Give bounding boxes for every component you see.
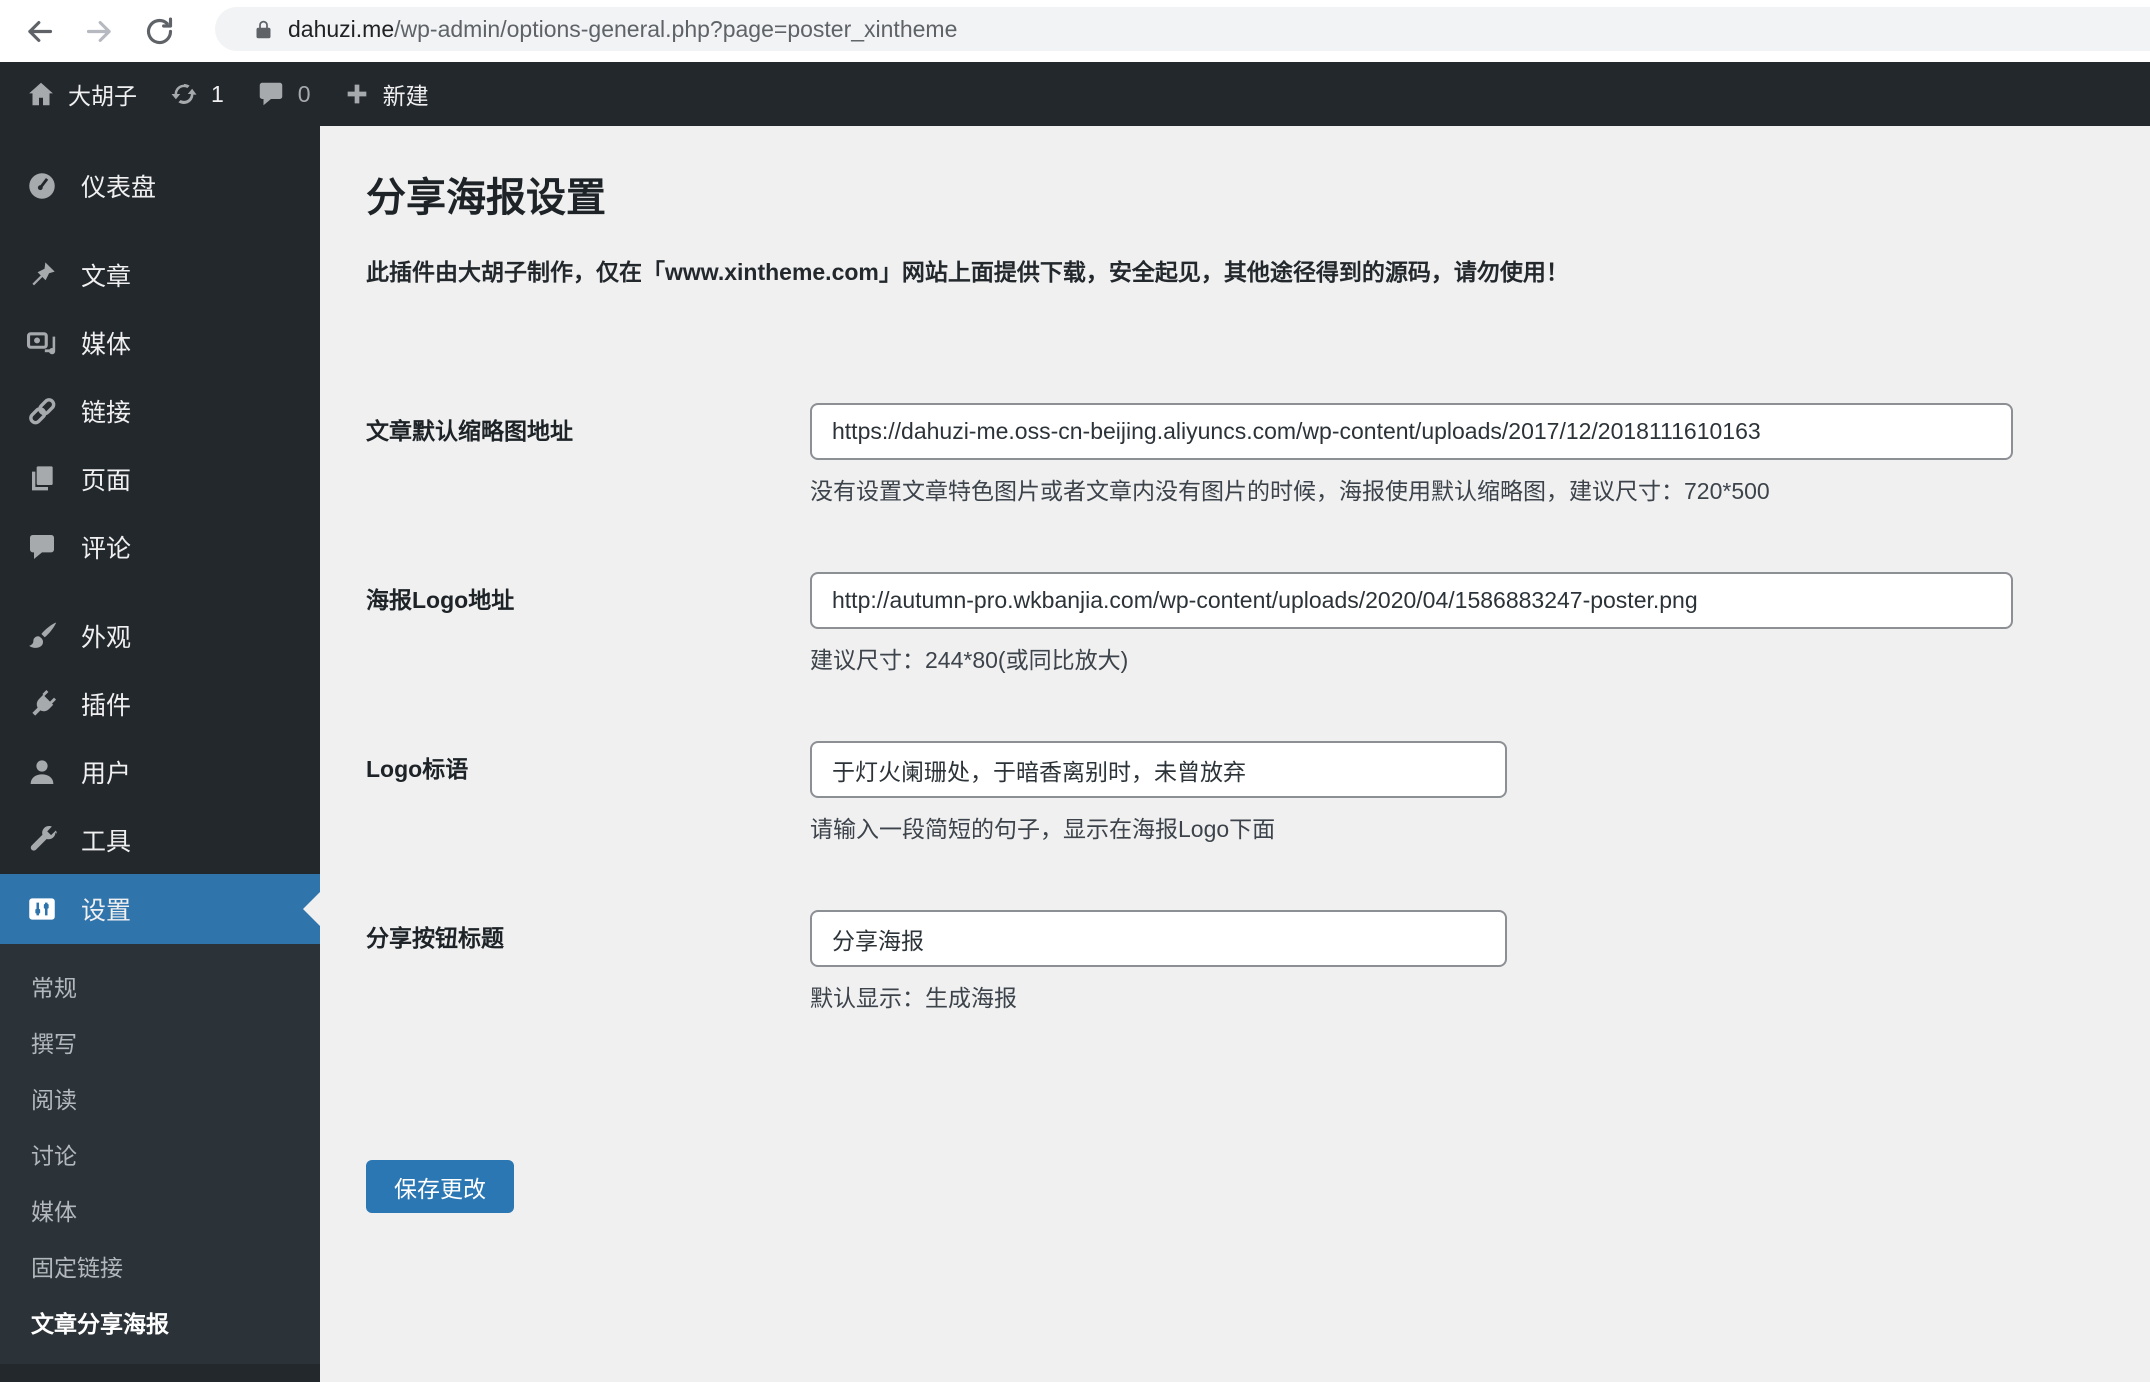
field-help: 请输入一段简短的句子，显示在海报Logo下面 (810, 816, 1276, 842)
submenu-label: 撰写 (31, 1031, 77, 1057)
forward-arrow-icon (86, 20, 111, 42)
field-help: 默认显示：生成海报 (810, 985, 1017, 1011)
field-label: 文章默认缩略图地址 (366, 418, 573, 444)
comment-bubble-icon (256, 79, 286, 109)
sidebar-item-label: 页面 (81, 467, 132, 495)
url-path: /wp-admin/options-general.php?page=poste… (394, 15, 958, 42)
form-row-logo-url: 海报Logo地址 建议尺寸：244*80(或同比放大) (366, 572, 2150, 675)
wp-admin-sidebar: 仪表盘 文章 媒体 链接 页面 评论 外观 插件 用户 工具 设置 常规 撰写 … (0, 126, 320, 1382)
admin-bar-site-menu[interactable]: 大胡子 (0, 62, 153, 126)
save-button[interactable]: 保存更改 (366, 1160, 514, 1213)
field-help: 没有设置文章特色图片或者文章内没有图片的时候，海报使用默认缩略图，建议尺寸：72… (810, 478, 1770, 504)
sidebar-item-label: 文章 (81, 263, 132, 291)
brush-icon (25, 619, 59, 653)
sidebar-item-appearance[interactable]: 外观 (0, 602, 320, 670)
field-label: Logo标语 (366, 756, 469, 782)
form-row-thumbnail-url: 文章默认缩略图地址 没有设置文章特色图片或者文章内没有图片的时候，海报使用默认缩… (366, 403, 2150, 506)
sidebar-item-posts[interactable]: 文章 (0, 241, 320, 309)
field-help: 建议尺寸：244*80(或同比放大) (810, 647, 1129, 673)
browser-reload-button[interactable] (142, 14, 176, 48)
main-content: 分享海报设置 此插件由大胡子制作，仅在「www.xintheme.com」网站上… (320, 126, 2150, 1382)
plus-icon (343, 80, 371, 108)
sidebar-item-media[interactable]: 媒体 (0, 309, 320, 377)
sidebar-item-dashboard[interactable]: 仪表盘 (0, 152, 320, 220)
field-label: 海报Logo地址 (366, 587, 515, 613)
sidebar-subitem-general[interactable]: 常规 (0, 958, 320, 1014)
back-arrow-icon (27, 20, 52, 42)
admin-bar-comments[interactable]: 0 (240, 62, 327, 126)
share-button-title-input[interactable] (810, 910, 1507, 967)
comment-count: 0 (297, 80, 311, 107)
field-label: 分享按钮标题 (366, 925, 504, 951)
sidebar-item-label: 用户 (81, 760, 132, 788)
tools-icon (25, 823, 59, 857)
updates-icon (169, 79, 199, 109)
media-icon (25, 326, 59, 360)
link-icon (25, 394, 59, 428)
site-name: 大胡子 (68, 83, 137, 109)
wp-admin-bar: 大胡子 1 0 新建 (0, 62, 2150, 126)
admin-bar-new-content[interactable]: 新建 (327, 62, 445, 126)
sidebar-item-plugins[interactable]: 插件 (0, 670, 320, 738)
plugin-notice: 此插件由大胡子制作，仅在「www.xintheme.com」网站上面提供下载，安… (366, 259, 1569, 285)
dashboard-icon (25, 169, 59, 203)
address-bar[interactable]: dahuzi.me/wp-admin/options-general.php?p… (215, 7, 2150, 51)
pin-icon (25, 258, 59, 292)
pages-icon (25, 462, 59, 496)
reload-icon (146, 17, 172, 44)
browser-chrome: dahuzi.me/wp-admin/options-general.php?p… (0, 0, 2150, 62)
menu-separator (0, 581, 320, 602)
sidebar-item-label: 设置 (81, 897, 132, 925)
sidebar-subitem-media[interactable]: 媒体 (0, 1182, 320, 1238)
logo-slogan-input[interactable] (810, 741, 1507, 798)
sidebar-item-tools[interactable]: 工具 (0, 806, 320, 874)
admin-bar-updates[interactable]: 1 (153, 62, 240, 126)
form-row-share-button-title: 分享按钮标题 默认显示：生成海报 (366, 910, 2150, 1013)
submenu-label: 文章分享海报 (31, 1311, 169, 1337)
page-title: 分享海报设置 (366, 176, 606, 220)
sidebar-item-label: 外观 (81, 624, 132, 652)
sidebar-item-label: 工具 (81, 828, 132, 856)
sidebar-item-links[interactable]: 链接 (0, 377, 320, 445)
sidebar-item-label: 插件 (81, 692, 132, 720)
sidebar-subitem-writing[interactable]: 撰写 (0, 1014, 320, 1070)
form-row-logo-slogan: Logo标语 请输入一段简短的句子，显示在海报Logo下面 (366, 741, 2150, 844)
menu-separator (0, 220, 320, 241)
comments-icon (25, 530, 59, 564)
settings-submenu: 常规 撰写 阅读 讨论 媒体 固定链接 文章分享海报 (0, 944, 320, 1364)
sidebar-item-pages[interactable]: 页面 (0, 445, 320, 513)
sidebar-item-label: 仪表盘 (81, 174, 157, 202)
sidebar-subitem-permalinks[interactable]: 固定链接 (0, 1238, 320, 1294)
sidebar-item-label: 评论 (81, 535, 132, 563)
sidebar-subitem-discussion[interactable]: 讨论 (0, 1126, 320, 1182)
submenu-label: 阅读 (31, 1087, 77, 1113)
sidebar-subitem-share-poster[interactable]: 文章分享海报 (0, 1294, 320, 1350)
sidebar-subitem-reading[interactable]: 阅读 (0, 1070, 320, 1126)
sidebar-item-settings[interactable]: 设置 (0, 874, 320, 944)
new-label: 新建 (382, 83, 429, 109)
url-text: dahuzi.me/wp-admin/options-general.php?p… (288, 16, 957, 43)
submenu-label: 讨论 (31, 1143, 77, 1169)
update-count: 1 (211, 80, 224, 107)
thumbnail-url-input[interactable] (810, 403, 2013, 460)
logo-url-input[interactable] (810, 572, 2013, 629)
submenu-label: 媒体 (31, 1199, 77, 1225)
browser-back-button[interactable] (22, 14, 56, 48)
settings-icon (25, 892, 59, 926)
sidebar-item-label: 媒体 (81, 331, 132, 359)
plugin-icon (25, 687, 59, 721)
sidebar-item-comments[interactable]: 评论 (0, 513, 320, 581)
submenu-label: 固定链接 (31, 1255, 123, 1281)
sidebar-item-label: 链接 (81, 399, 132, 427)
lock-icon (253, 19, 274, 40)
sidebar-item-users[interactable]: 用户 (0, 738, 320, 806)
submenu-label: 常规 (31, 975, 77, 1001)
url-domain: dahuzi.me (288, 15, 395, 42)
home-icon (26, 79, 56, 109)
browser-forward-button[interactable] (82, 14, 116, 48)
users-icon (25, 755, 59, 789)
settings-form: 文章默认缩略图地址 没有设置文章特色图片或者文章内没有图片的时候，海报使用默认缩… (366, 403, 2150, 1213)
